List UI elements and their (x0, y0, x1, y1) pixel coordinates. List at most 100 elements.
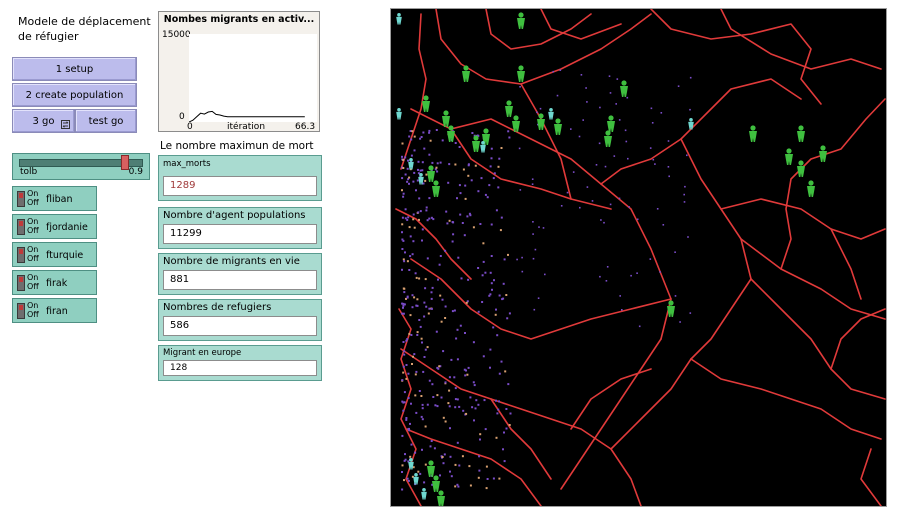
migrant-dot (421, 169, 424, 172)
migrant-dot (401, 189, 403, 192)
migrant-dot (421, 448, 423, 451)
monitor-label: Nombre d'agent populations (163, 210, 306, 221)
migrant-dot (437, 278, 439, 281)
migrant-dot (636, 218, 639, 221)
migrant-dot (532, 257, 535, 260)
create-population-button[interactable]: 2 create population (12, 83, 137, 107)
switch-lever[interactable] (17, 275, 25, 291)
tolb-slider[interactable]: tolb 0.9 (12, 153, 150, 180)
migrant-dot (652, 158, 655, 161)
migrant-dot (456, 398, 459, 401)
migrant-dot (485, 487, 488, 490)
switch-firan[interactable]: On Off firan (12, 298, 97, 323)
migrant-dot (497, 165, 500, 168)
plot-area (188, 34, 317, 123)
switch-fjordanie[interactable]: On Off fjordanie (12, 214, 97, 239)
migrant-dot (464, 197, 467, 200)
switch-name: fturquie (46, 250, 84, 261)
migrant-dot (474, 164, 477, 167)
migrant-dot (431, 383, 434, 386)
migrant-dot (419, 210, 422, 213)
switch-fturquie[interactable]: On Off fturquie (12, 242, 97, 267)
migrant-dot (483, 399, 486, 402)
migrant-dot (586, 186, 589, 188)
migrant-dot (426, 346, 429, 349)
switch-firak[interactable]: On Off firak (12, 270, 97, 295)
migrant-dot (461, 222, 464, 224)
migrant-dot (479, 438, 481, 441)
migrant-dot (407, 159, 409, 162)
max-morts-input[interactable]: max_morts 1289 (158, 155, 322, 201)
migrant-dot (579, 206, 581, 209)
migrant-dot (428, 217, 431, 220)
migrant-dot (407, 372, 410, 375)
max-morts-field[interactable]: 1289 (163, 176, 317, 196)
migrant-dot (422, 370, 425, 373)
migrant-dot (599, 275, 601, 278)
migrant-dot (416, 304, 419, 307)
migrant-dot (428, 153, 431, 156)
migrant-dot (489, 165, 492, 168)
migrant-dot (424, 179, 427, 182)
migrant-dot (439, 294, 442, 297)
migrant-dot (473, 384, 476, 387)
migrant-dot (630, 274, 632, 277)
person-icon (505, 100, 513, 117)
migrant-dot (490, 255, 493, 257)
migrant-dot (677, 85, 680, 87)
migrant-dot (428, 131, 431, 134)
migrant-dot (444, 249, 447, 252)
test-go-button[interactable]: test go (75, 109, 137, 133)
world-canvas[interactable] (391, 9, 886, 506)
migrant-dot (408, 269, 411, 271)
migrant-dot (459, 192, 462, 195)
migrant-dot (439, 474, 441, 477)
go-forever-button[interactable]: 3 go (12, 109, 75, 133)
migrant-dot (418, 197, 421, 200)
migrant-dot (454, 463, 457, 466)
migrant-dot (498, 372, 501, 375)
migrant-dot (531, 183, 534, 185)
switch-lever[interactable] (17, 303, 25, 319)
person-icon (797, 125, 805, 142)
migrant-dot (628, 206, 630, 208)
switch-lever[interactable] (17, 219, 25, 235)
migrant-dot (492, 477, 495, 480)
migrant-dot (538, 226, 540, 228)
switch-fliban[interactable]: On Off fliban (12, 186, 97, 211)
migrant-dot (507, 130, 510, 133)
migrant-dot (464, 332, 466, 334)
migrant-dot (656, 208, 659, 210)
migrant-dot (498, 477, 501, 480)
migrant-dot (413, 149, 416, 152)
migrant-dot (402, 239, 405, 242)
migrant-dot (674, 295, 677, 297)
migrant-dot (424, 287, 427, 290)
migrant-dot (409, 455, 412, 458)
migrant-dot (447, 181, 450, 184)
migrant-dot (408, 429, 411, 432)
migrant-dot (503, 258, 506, 261)
migrant-dot (468, 212, 471, 215)
migrant-dot (442, 350, 445, 353)
migrant-dot (479, 223, 482, 225)
setup-button[interactable]: 1 setup (12, 57, 137, 81)
plot-y-max-label: 15000 (162, 30, 191, 40)
migrant-dot (496, 334, 499, 337)
migrant-dot (443, 453, 446, 456)
world-view[interactable] (390, 8, 887, 507)
migrant-dot (419, 472, 422, 475)
migrant-dot (403, 353, 406, 356)
migrant-dot (406, 296, 409, 299)
switch-lever[interactable] (17, 247, 25, 263)
switch-lever[interactable] (17, 191, 25, 207)
migrant-dot (414, 394, 417, 397)
migrant-dot (405, 377, 408, 380)
migrant-dot (456, 358, 459, 361)
migrant-dot (425, 305, 428, 308)
migrant-dot (450, 358, 453, 361)
switch-on-label: On (27, 245, 39, 254)
migrant-dot (471, 132, 474, 134)
migrant-dot (402, 306, 404, 309)
migrant-dot (402, 365, 405, 368)
